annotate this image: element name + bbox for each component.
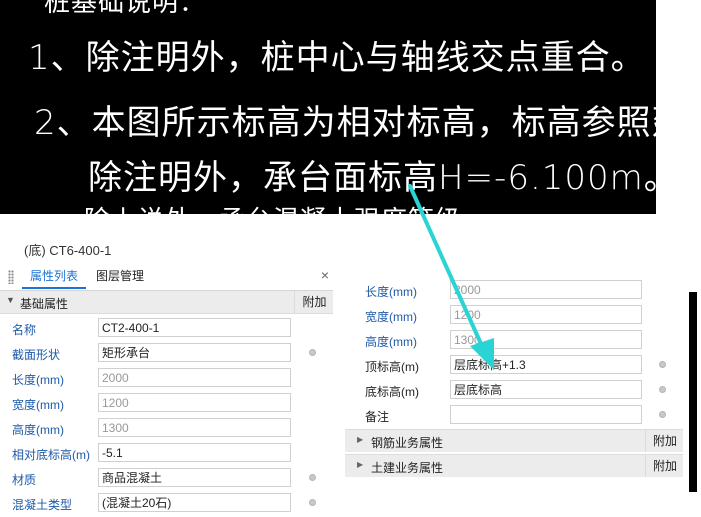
property-label: 长度(mm) xyxy=(365,285,417,299)
property-label: 备注 xyxy=(365,410,390,424)
cad-text-line: 桩基础说明： xyxy=(44,0,207,18)
property-label: 长度(mm) xyxy=(12,373,64,387)
expand-triangle-icon[interactable]: ▶ xyxy=(357,460,363,469)
property-label: 高度(mm) xyxy=(12,423,64,437)
property-label: 底标高(m) xyxy=(365,385,419,399)
property-label: 名称 xyxy=(12,323,37,337)
property-label: 宽度(mm) xyxy=(12,398,64,412)
remark-field[interactable] xyxy=(450,405,642,424)
property-value-field: 1200 xyxy=(98,393,291,412)
property-value-field[interactable]: 矩形承台 xyxy=(98,343,291,362)
add-column-header: 附加 xyxy=(645,455,684,477)
property-row: 高度(mm) 1300 xyxy=(0,416,333,441)
cad-text-line: 除上说外，承台混凝土强度等级 xyxy=(84,200,462,214)
property-row: 备注 xyxy=(345,403,683,428)
window-title: (底) CT6-400-1 xyxy=(24,243,112,258)
property-row: 高度(mm) 1300 xyxy=(345,328,683,353)
section-header-basic[interactable]: ▼ 基础属性 附加 xyxy=(0,291,333,314)
property-row: 相对底标高(m) -5.1 xyxy=(0,441,333,466)
property-label: 相对底标高(m) xyxy=(12,448,90,462)
scrollbar[interactable] xyxy=(689,292,697,492)
right-property-list: 长度(mm) 2000 宽度(mm) 1200 高度(mm) 1300 顶标高(… xyxy=(345,280,683,484)
section-label: 钢筋业务属性 xyxy=(371,436,444,450)
cad-text-line: 除注明外，承台面标高H=-6.100m。 xyxy=(88,158,656,198)
property-value-field[interactable]: -5.1 xyxy=(98,443,291,462)
cad-text-line: 2、本图所示标高为相对标高，标高参照建施图； xyxy=(34,103,656,143)
section-label: 土建业务属性 xyxy=(371,461,444,475)
attach-checkbox[interactable] xyxy=(309,499,316,506)
attach-checkbox[interactable] xyxy=(659,386,666,393)
add-column-header: 附加 xyxy=(645,430,684,452)
attach-checkbox[interactable] xyxy=(659,361,666,368)
section-label: 基础属性 xyxy=(20,297,69,311)
property-value-field: 2000 xyxy=(98,368,291,387)
property-value-field: 2000 xyxy=(450,280,642,299)
property-value-field: 1200 xyxy=(450,305,642,324)
cad-drawing-canvas[interactable]: 桩基础说明： 1、除注明外，桩中心与轴线交点重合。 2、本图所示标高为相对标高，… xyxy=(0,0,656,214)
property-row: 长度(mm) 2000 xyxy=(0,366,333,391)
top-elevation-field[interactable]: 层底标高+1.3 xyxy=(450,355,642,374)
property-label: 截面形状 xyxy=(12,348,61,362)
attach-checkbox[interactable] xyxy=(309,349,316,356)
drag-grip-icon[interactable] xyxy=(8,270,14,284)
property-row: 长度(mm) 2000 xyxy=(345,278,683,303)
panel-tab-bar: 属性列表 图层管理 × xyxy=(0,263,333,291)
property-row: 底标高(m) 层底标高 xyxy=(345,378,683,403)
property-row: 宽度(mm) 1200 xyxy=(345,303,683,328)
property-label: 材质 xyxy=(12,473,37,487)
property-label: 顶标高(m) xyxy=(365,360,419,374)
property-value-field[interactable]: (混凝土20石) xyxy=(98,493,291,512)
property-row: 混凝土类型 (混凝土20石) xyxy=(0,491,333,516)
property-row: 顶标高(m) 层底标高+1.3 xyxy=(345,353,683,378)
close-icon[interactable]: × xyxy=(321,267,329,283)
section-header-rebar[interactable]: ▶ 钢筋业务属性 附加 xyxy=(345,429,683,452)
section-header-civil[interactable]: ▶ 土建业务属性 附加 xyxy=(345,454,683,477)
property-row: 名称 CT2-400-1 xyxy=(0,316,333,341)
property-label: 宽度(mm) xyxy=(365,310,417,324)
tab-layers[interactable]: 图层管理 xyxy=(88,263,152,289)
expand-triangle-icon[interactable]: ▶ xyxy=(357,435,363,444)
attach-checkbox[interactable] xyxy=(309,474,316,481)
tab-properties[interactable]: 属性列表 xyxy=(22,263,87,289)
property-row: 宽度(mm) 1200 xyxy=(0,391,333,416)
add-column-header: 附加 xyxy=(294,291,334,313)
bottom-elevation-field[interactable]: 层底标高 xyxy=(450,380,642,399)
property-value-field: 1300 xyxy=(450,330,642,349)
attach-checkbox[interactable] xyxy=(659,411,666,418)
property-row: 截面形状 矩形承台 xyxy=(0,341,333,366)
property-row: 材质 商品混凝土 xyxy=(0,466,333,491)
property-label: 高度(mm) xyxy=(365,335,417,349)
property-label: 混凝土类型 xyxy=(12,498,73,512)
cad-text-line: 1、除注明外，桩中心与轴线交点重合。 xyxy=(28,38,646,78)
property-value-field[interactable]: CT2-400-1 xyxy=(98,318,291,337)
property-value-field: 1300 xyxy=(98,418,291,437)
property-value-field[interactable]: 商品混凝土 xyxy=(98,468,291,487)
collapse-triangle-icon[interactable]: ▼ xyxy=(6,295,15,305)
